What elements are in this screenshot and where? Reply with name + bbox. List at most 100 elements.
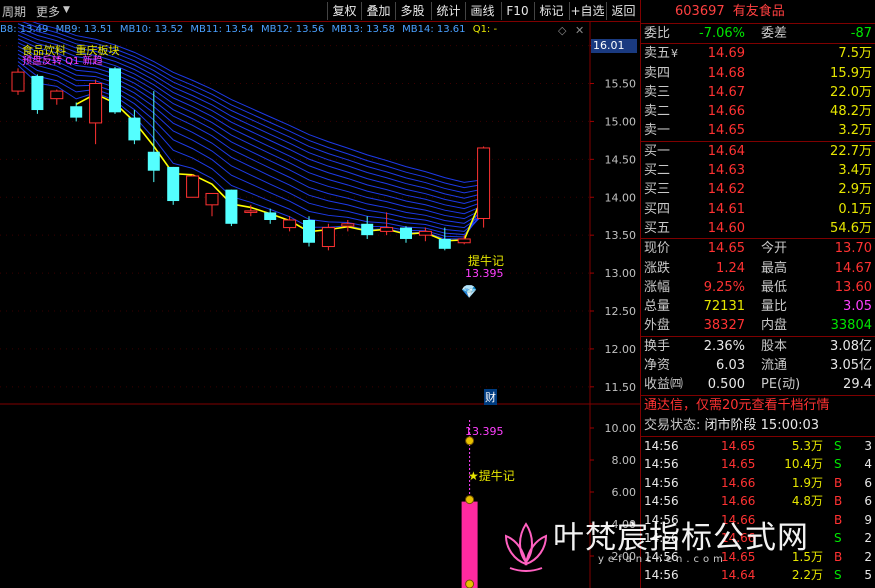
back-button[interactable]: 返回 [606, 2, 640, 20]
tick-vol: 1.9万 [791, 475, 823, 490]
bid-row[interactable]: 买三 14.62 2.9万 [641, 180, 875, 199]
bid-row[interactable]: 买五 14.60 54.6万 [641, 219, 875, 238]
bid-book: 买一 14.64 22.7万 买二 14.63 3.4万 买三 14.62 2.9万 买四 1… [641, 142, 875, 238]
add-watchlist-button[interactable]: +自选 [569, 2, 605, 20]
close-icon[interactable]: ✕ [575, 24, 584, 37]
candle-body-up [457, 238, 471, 244]
kline-chart[interactable]: 16.0015.5015.0014.5014.0013.5013.0012.50… [0, 22, 640, 588]
stat-value: 72131 [703, 299, 745, 315]
fund-row: 换手 2.36% 股本 3.08亿 [641, 337, 875, 356]
stock-code: 603697 [675, 4, 725, 19]
candle-body-down [31, 75, 44, 111]
fuquan-button[interactable]: 复权 [327, 2, 361, 20]
gold-coin-icon [465, 579, 475, 588]
quote-row: 总量 72131 量比 3.05 [641, 297, 875, 316]
fundamentals: 换手 2.36% 股本 3.08亿 净资 6.03 流通 3.05亿 收益㈣ 0.500 PE(… [641, 337, 875, 395]
gem-icon: 💎 [461, 285, 478, 300]
fund-row: 净资 6.03 流通 3.05亿 [641, 356, 875, 375]
stat-label: 外盘 [644, 318, 671, 334]
price-tick-label: 15.00 [605, 115, 637, 128]
tick-row: 14:56 14.66 1.9万 B 6 [641, 474, 875, 493]
candle-body-up [418, 230, 432, 236]
stats-label: 统计 [436, 4, 461, 18]
q1-value: Q1: - [472, 24, 498, 35]
candle-body-up [380, 227, 394, 232]
multi-stock-button[interactable]: 多股 [395, 2, 429, 20]
ma-ribbon-line [17, 49, 484, 229]
ask-mark: ¥ [671, 47, 678, 61]
fund-label: 收益㈣ [644, 377, 684, 393]
candle-body-down [438, 238, 451, 249]
tick-side: S [834, 457, 842, 472]
more-menu[interactable]: 更多 [36, 3, 60, 20]
candle-body-down [147, 151, 160, 171]
ask-label: 卖四 [644, 65, 671, 81]
app-window: 周期 更多 ▼ 复权 叠加 多股 统计 画线 F10 标记 +自选 返回 16.… [0, 0, 875, 588]
trading-status: 交易状态: 闭市阶段 15:00:03 [641, 416, 875, 436]
candle-body-up [321, 227, 335, 248]
stat-label: 量比 [761, 299, 788, 315]
ask-row[interactable]: 卖五 ¥14.69 7.5万 [641, 44, 875, 63]
ask-row[interactable]: 卖三 14.67 22.0万 [641, 83, 875, 102]
bid-row[interactable]: 买二 14.63 3.4万 [641, 161, 875, 180]
ask-vol: 3.2万 [838, 123, 872, 139]
gold-coin-icon [465, 495, 475, 505]
draw-line-button[interactable]: 画线 [465, 2, 499, 20]
ask-label: 卖二 [644, 104, 671, 120]
bid-price: 14.60 [707, 220, 745, 236]
bid-label: 买四 [644, 201, 671, 217]
tick-price: 14.65 [721, 457, 756, 472]
f10-button[interactable]: F10 [501, 2, 533, 20]
f10-label: F10 [506, 4, 529, 18]
status-label: 交易状态: [644, 417, 701, 433]
stat-value: 13.60 [834, 279, 872, 295]
bid-row[interactable]: 买一 14.64 22.7万 [641, 142, 875, 161]
stat-label: 内盘 [761, 318, 788, 334]
stock-name: 有友食品 [732, 4, 785, 19]
fund-value: 3.05亿 [830, 358, 872, 374]
ask-row[interactable]: 卖四 14.68 15.9万 [641, 64, 875, 83]
tick-time: 14:56 [644, 438, 679, 453]
candle-body-up [341, 223, 355, 227]
ask-book: 卖五 ¥14.69 7.5万 卖四 14.68 15.9万 卖三 14.67 22.0万 卖… [641, 44, 875, 140]
diamond-icon[interactable]: ◇ [558, 24, 566, 37]
stats-button[interactable]: 统计 [431, 2, 465, 20]
period-selector[interactable]: 周期 [2, 3, 26, 20]
candle-body-down [400, 227, 412, 239]
bid-price: 14.64 [707, 143, 745, 159]
fund-value: 3.08亿 [830, 338, 872, 354]
price-tick-label: 13.50 [605, 229, 637, 242]
tick-count: 2 [864, 549, 872, 564]
add-watchlist-label: +自选 [570, 4, 605, 18]
stat-value: 3.05 [843, 299, 872, 315]
tick-row: 14:56 14.65 10.4万 S 4 [641, 455, 875, 474]
ask-vol: 48.2万 [830, 104, 872, 120]
ask-row[interactable]: 卖二 14.66 48.2万 [641, 102, 875, 121]
stat-value: 38327 [703, 318, 745, 334]
bid-label: 买二 [644, 163, 671, 179]
bid-vol: 3.4万 [838, 163, 872, 179]
bid-price: 14.62 [707, 182, 745, 198]
bid-row[interactable]: 买四 14.61 0.1万 [641, 200, 875, 219]
more-dropdown-icon[interactable]: ▼ [63, 5, 70, 15]
candle-body-down [70, 106, 83, 118]
candle-body-up [205, 192, 219, 206]
overlay-label: 叠加 [366, 4, 391, 18]
kline-chart-svg[interactable]: 16.0015.5015.0014.5014.0013.5013.0012.50… [0, 22, 640, 588]
candle-body-down [109, 68, 121, 113]
ask-row[interactable]: 卖一 14.65 3.2万 [641, 121, 875, 140]
sub-tick-label: 8.00 [612, 454, 637, 467]
finance-marker[interactable]: 财 [484, 389, 497, 405]
stat-value: 14.65 [707, 241, 745, 257]
overlay-button[interactable]: 叠加 [361, 2, 395, 20]
weibi-value: -7.06% [699, 26, 745, 41]
stat-label: 现价 [644, 241, 671, 257]
ma-value: MB9: 13.51 [55, 24, 113, 35]
mark-button[interactable]: 标记 [534, 2, 568, 20]
annotation-value: 13.395 [465, 267, 504, 280]
lotus-logo-icon [504, 522, 548, 572]
tick-count: 5 [864, 568, 872, 583]
candle-body-down [225, 189, 238, 224]
upgrade-ad[interactable]: 通达信，仅需20元查看千档行情 [641, 396, 875, 416]
sub-tick-label: 10.00 [605, 422, 637, 435]
